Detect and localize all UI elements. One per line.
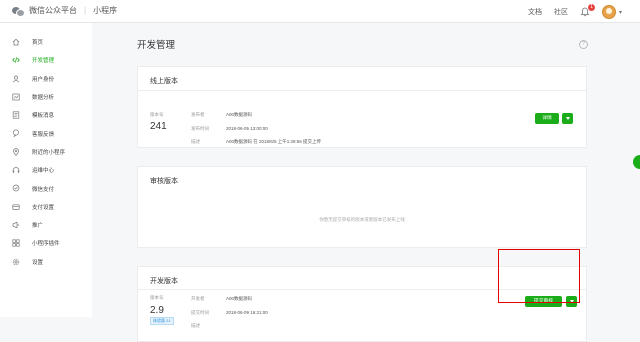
wechat-logo-icon xyxy=(12,6,25,17)
location-icon xyxy=(12,147,20,156)
side-float-tab[interactable] xyxy=(633,155,640,169)
chart-icon xyxy=(12,93,20,101)
card-divider xyxy=(138,90,586,91)
sidebar-item-label: 微信支付 xyxy=(32,186,55,193)
community-link[interactable]: 社区 xyxy=(554,7,568,17)
version-label: 版本号 xyxy=(150,295,164,300)
sidebar-item-label: 开发管理 xyxy=(32,58,55,65)
sidebar-item-label: 客服反馈 xyxy=(32,131,55,138)
notification-bell-icon[interactable]: 1 xyxy=(580,4,595,17)
sidebar-item-user-identity[interactable]: 用户身份 xyxy=(0,70,92,88)
user-icon xyxy=(12,75,20,83)
sidebar-item-template-message[interactable]: 模板消息 xyxy=(0,106,92,124)
sidebar-item-label: 设置 xyxy=(32,259,44,266)
detail-dropdown-chevron-down-icon[interactable] xyxy=(562,113,573,124)
top-bar: 微信公众平台 | 小程序 文档 社区 1 ▾ xyxy=(0,0,640,23)
version-number: 241 xyxy=(150,121,167,132)
settings-icon xyxy=(12,258,20,266)
sidebar-item-label: 模板消息 xyxy=(32,113,55,120)
description-key: 描述 xyxy=(191,323,200,328)
review-version-card: 审核版本 你暂无提交审核的版本或者版本已发布上线 xyxy=(137,166,587,248)
submit-time-value: 2018-06-09 16:21:00 xyxy=(226,310,268,315)
chevron-down-icon[interactable]: ▾ xyxy=(619,9,622,16)
promote-icon xyxy=(12,221,20,229)
developer-value: A00数据源码 xyxy=(226,296,253,301)
sidebar-item-label: 小程序插件 xyxy=(32,241,60,248)
docs-link[interactable]: 文档 xyxy=(528,7,542,17)
sidebar-item-label: 支付设置 xyxy=(32,204,55,211)
brand-separator: | xyxy=(84,6,87,15)
top-right-nav: 文档 社区 1 ▾ xyxy=(528,4,622,19)
description-value: A00数据源码 在 2018/6/5 上午1:28:56 提交上传 xyxy=(226,139,322,144)
online-version-title: 线上版本 xyxy=(150,78,178,85)
review-version-title: 审核版本 xyxy=(150,178,178,185)
service-icon xyxy=(12,129,20,138)
pay-icon xyxy=(12,184,20,192)
sidebar-item-label: 推广 xyxy=(32,223,44,230)
help-icon[interactable]: ? xyxy=(579,40,588,49)
version-label: 版本号 xyxy=(150,112,164,117)
section-name: 小程序 xyxy=(93,6,118,15)
code-icon xyxy=(12,56,20,64)
sidebar-item-plugins[interactable]: 小程序插件 xyxy=(0,234,92,252)
sidebar-item-ops-center[interactable]: 运维中心 xyxy=(0,161,92,179)
sidebar-item-label: 数据分析 xyxy=(32,95,55,102)
template-icon xyxy=(12,111,20,119)
review-empty-text: 你暂无提交审核的版本或者版本已发布上线 xyxy=(319,217,405,222)
sidebar-item-settings[interactable]: 设置 xyxy=(0,253,92,271)
sidebar-item-promote[interactable]: 推广 xyxy=(0,216,92,234)
publish-time-key: 发布时间 xyxy=(191,126,209,131)
sidebar-item-customer-service[interactable]: 客服反馈 xyxy=(0,124,92,142)
sidebar-item-pay-settings[interactable]: 支付设置 xyxy=(0,198,92,216)
version-number: 2.9 xyxy=(150,305,164,316)
page-title: 开发管理 xyxy=(137,40,176,51)
experience-version-tag[interactable]: 体验版 21 xyxy=(150,317,174,325)
sidebar-item-label: 首页 xyxy=(32,40,44,47)
online-version-card: 线上版本 版本号 241 发布者 A00数据源码 发布时间 2018-06-05… xyxy=(137,66,587,148)
sidebar-item-label: 用户身份 xyxy=(32,76,55,83)
sidebar-item-label: 附近的小程序 xyxy=(32,149,66,156)
platform-name: 微信公众平台 xyxy=(29,6,77,15)
dev-version-title: 开发版本 xyxy=(150,278,178,285)
sidebar-item-home[interactable]: 首页 xyxy=(0,33,92,51)
publisher-key: 发布者 xyxy=(191,112,205,117)
publish-time-value: 2018-06-05 13:00:00 xyxy=(226,126,268,131)
sidebar-item-label: 运维中心 xyxy=(32,168,55,175)
home-icon xyxy=(12,38,20,46)
sidebar-item-wechat-pay[interactable]: 微信支付 xyxy=(0,179,92,197)
detail-button[interactable]: 详情 xyxy=(535,113,559,124)
submit-time-key: 提交时间 xyxy=(191,310,209,315)
sidebar-item-data-analysis[interactable]: 数据分析 xyxy=(0,88,92,106)
brand[interactable]: 微信公众平台 | 小程序 xyxy=(12,5,118,17)
notification-badge: 1 xyxy=(588,4,595,11)
sidebar-item-dev-management[interactable]: 开发管理 xyxy=(0,51,92,69)
ops-icon xyxy=(12,166,20,174)
avatar[interactable] xyxy=(601,5,616,19)
developer-key: 开发者 xyxy=(191,296,205,301)
pay-settings-icon xyxy=(12,203,20,211)
sidebar-item-nearby[interactable]: 附近的小程序 xyxy=(0,143,92,161)
sidebar: 首页 开发管理 用户身份 数据分析 模板消息 客服反馈 附近的小程序 运维中心 … xyxy=(0,23,92,317)
plugin-icon xyxy=(12,239,20,247)
highlight-box xyxy=(498,249,580,303)
description-key: 描述 xyxy=(191,139,200,144)
publisher-value: A00数据源码 xyxy=(226,112,253,117)
